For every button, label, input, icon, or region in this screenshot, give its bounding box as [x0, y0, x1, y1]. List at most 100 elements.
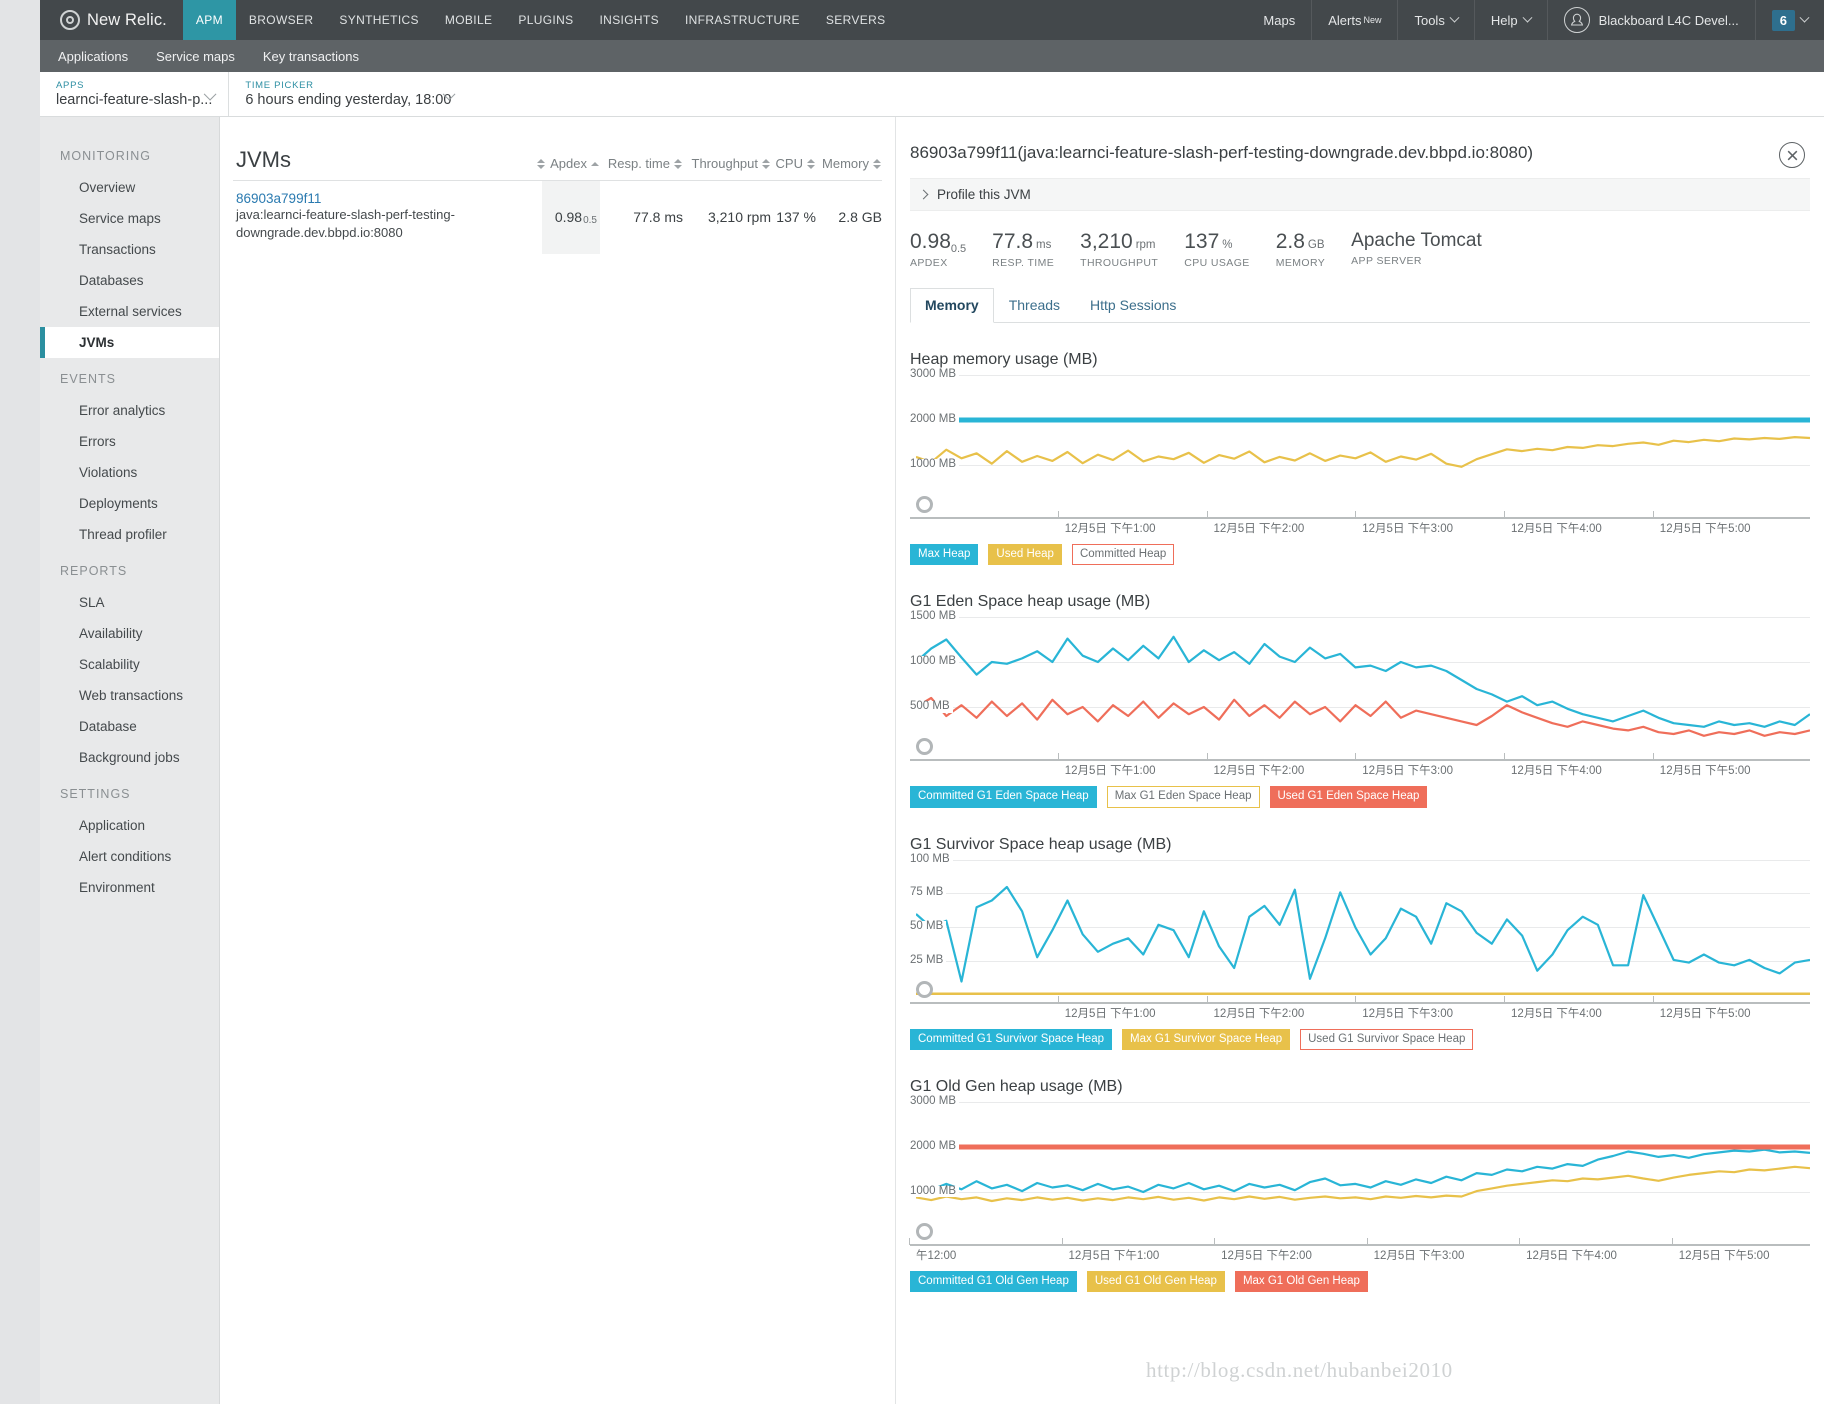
chart-legend: Max Heap Used Heap Committed Heap — [910, 544, 1810, 566]
nav-item-insights[interactable]: INSIGHTS — [587, 0, 672, 40]
tab-http-sessions[interactable]: Http Sessions — [1075, 288, 1191, 323]
legend-item-committed-g1-eden-space-heap[interactable]: Committed G1 Eden Space Heap — [910, 786, 1097, 808]
account-switcher[interactable]: 6 — [1754, 0, 1824, 40]
nav-item-mobile[interactable]: MOBILE — [432, 0, 505, 40]
sidebar-item-background-jobs[interactable]: Background jobs — [40, 742, 219, 773]
series-line-used-heap — [916, 437, 1810, 467]
table-row[interactable]: 86903a799f11 java:learnci-feature-slash-… — [233, 181, 882, 254]
nav-item-browser[interactable]: BROWSER — [236, 0, 326, 40]
nav-item-synthetics[interactable]: SYNTHETICS — [326, 0, 432, 40]
sidebar-item-environment[interactable]: Environment — [40, 872, 219, 903]
chart-title: G1 Survivor Space heap usage (MB) — [910, 835, 1172, 853]
sidebar-item-external-services[interactable]: External services — [40, 296, 219, 327]
sidebar: MONITORING Overview Service maps Transac… — [40, 117, 220, 1404]
y-axis-tick-label: 100 MB — [910, 853, 953, 866]
chart-zoom-handle[interactable] — [916, 1222, 933, 1240]
nav-item-plugins[interactable]: PLUGINS — [505, 0, 586, 40]
subnav-item-applications[interactable]: Applications — [44, 49, 142, 64]
x-axis-tick-label: 12月5日 下午1:00 — [1057, 753, 1156, 778]
apps-picker[interactable]: APPS learnci-feature-slash-p... — [40, 72, 230, 116]
x-axis-ticks: 12月5日 下午1:00 12月5日 下午2:00 12月5日 下午3:00 12月5… — [910, 753, 1810, 782]
column-header-throughput[interactable]: Throughput — [683, 156, 771, 180]
tab-memory[interactable]: Memory — [910, 288, 994, 324]
new-relic-logo[interactable]: New Relic. — [40, 0, 183, 40]
sidebar-item-database[interactable]: Database — [40, 711, 219, 742]
subnav-item-key-transactions[interactable]: Key transactions — [249, 49, 373, 64]
account-menu[interactable]: Blackboard L4C Devel... — [1546, 0, 1755, 40]
detail-title: 86903a799f11(java:learnci-feature-slash-… — [910, 143, 1534, 162]
sidebar-item-deployments[interactable]: Deployments — [40, 488, 219, 519]
profile-this-jvm-button[interactable]: Profile this JVM — [910, 178, 1810, 212]
sidebar-item-web-transactions[interactable]: Web transactions — [40, 680, 219, 711]
sidebar-item-transactions[interactable]: Transactions — [40, 234, 219, 265]
page-gutter — [0, 0, 40, 1404]
column-label-memory: Memory — [822, 156, 869, 171]
sidebar-item-application[interactable]: Application — [40, 810, 219, 841]
tab-threads[interactable]: Threads — [994, 288, 1075, 323]
column-header-resp-time[interactable]: Resp. time — [600, 156, 683, 180]
x-axis — [910, 1243, 1810, 1246]
subnav-item-service-maps[interactable]: Service maps — [142, 49, 249, 64]
time-picker[interactable]: TIME PICKER 6 hours ending yesterday, 18… — [229, 72, 467, 116]
legend-item-used-g1-survivor-space-heap[interactable]: Used G1 Survivor Space Heap — [1300, 1028, 1474, 1050]
legend-item-max-g1-old-gen-heap[interactable]: Max G1 Old Gen Heap — [1234, 1270, 1368, 1292]
sidebar-item-jvms[interactable]: JVMs — [40, 327, 219, 358]
sidebar-item-sla[interactable]: SLA — [40, 587, 219, 618]
sidebar-item-service-maps[interactable]: Service maps — [40, 203, 219, 234]
picker-bar: APPS learnci-feature-slash-p... TIME PIC… — [40, 72, 1824, 117]
sidebar-item-error-analytics[interactable]: Error analytics — [40, 395, 219, 426]
column-header-memory[interactable]: Memory — [816, 156, 882, 180]
apps-picker-value: learnci-feature-slash-p... — [56, 92, 213, 108]
nav-item-infrastructure[interactable]: INFRASTRUCTURE — [672, 0, 813, 40]
y-axis-tick-label: 1000 MB — [910, 1185, 960, 1198]
chart-zoom-handle[interactable] — [916, 738, 933, 756]
chart-zoom-handle[interactable] — [916, 980, 933, 998]
chevron-down-icon — [1799, 12, 1810, 23]
nav-item-help[interactable]: Help — [1473, 0, 1547, 40]
sort-icon — [807, 158, 816, 170]
sidebar-item-databases[interactable]: Databases — [40, 265, 219, 296]
legend-item-used-g1-eden-space-heap[interactable]: Used G1 Eden Space Heap — [1269, 786, 1428, 808]
chevron-right-icon — [918, 189, 929, 200]
top-navigation-bar: New Relic. APM BROWSER SYNTHETICS MOBILE… — [40, 0, 1824, 40]
legend-item-max-g1-survivor-space-heap[interactable]: Max G1 Survivor Space Heap — [1122, 1028, 1291, 1050]
nav-item-servers[interactable]: SERVERS — [813, 0, 899, 40]
kpi-app-server: Apache Tomcat APP SERVER — [1351, 230, 1482, 269]
chart-plot-area: 100 MB 75 MB 50 MB 25 MB — [910, 853, 1810, 1004]
sort-icon — [537, 158, 546, 170]
nav-item-alerts[interactable]: Alerts New — [1311, 0, 1397, 40]
sidebar-item-overview[interactable]: Overview — [40, 172, 219, 203]
kpi-resp-time-value-wrap: 77.8 ms — [992, 230, 1054, 254]
legend-item-max-heap[interactable]: Max Heap — [910, 544, 979, 566]
nav-item-maps[interactable]: Maps — [1247, 0, 1311, 40]
new-relic-mark-icon — [60, 10, 80, 30]
close-icon[interactable] — [1779, 142, 1805, 168]
sidebar-item-scalability[interactable]: Scalability — [40, 649, 219, 680]
column-header-apdex[interactable]: Apdex — [537, 156, 600, 180]
chart-plot-area: 3000 MB 2000 MB 1000 MB — [910, 1095, 1810, 1246]
sort-icon — [674, 158, 683, 170]
kpi-summary: 0.980.5 APDEX 77.8 ms RESP. TIME 3,210 rpm… — [896, 211, 1824, 269]
apps-picker-label: APPS — [56, 80, 85, 91]
y-axis-tick-label: 1500 MB — [910, 611, 960, 623]
legend-item-committed-heap[interactable]: Committed Heap — [1071, 544, 1175, 566]
x-axis-tick-label: 12月5日 下午2:00 — [1206, 995, 1304, 1021]
column-label-throughput: Throughput — [691, 156, 759, 171]
y-axis-tick-label: 2000 MB — [910, 1140, 960, 1153]
column-header-cpu[interactable]: CPU — [771, 156, 816, 180]
sidebar-item-violations[interactable]: Violations — [40, 457, 219, 488]
legend-item-committed-g1-old-gen-heap[interactable]: Committed G1 Old Gen Heap — [910, 1270, 1077, 1292]
sidebar-item-alert-conditions[interactable]: Alert conditions — [40, 841, 219, 872]
chart-zoom-handle[interactable] — [916, 496, 933, 514]
jvm-link[interactable]: 86903a799f11 — [236, 191, 536, 206]
jvm-list-panel: JVMs Apdex Resp. time Throughput CPU Mem… — [221, 117, 894, 1404]
sidebar-item-availability[interactable]: Availability — [40, 618, 219, 649]
sidebar-item-thread-profiler[interactable]: Thread profiler — [40, 519, 219, 550]
legend-item-used-g1-old-gen-heap[interactable]: Used G1 Old Gen Heap — [1086, 1270, 1225, 1292]
nav-item-tools[interactable]: Tools — [1397, 0, 1473, 40]
legend-item-committed-g1-survivor-space-heap[interactable]: Committed G1 Survivor Space Heap — [910, 1028, 1112, 1050]
legend-item-used-heap[interactable]: Used Heap — [988, 544, 1062, 566]
nav-item-apm[interactable]: APM — [182, 0, 236, 40]
legend-item-max-g1-eden-space-heap[interactable]: Max G1 Eden Space Heap — [1106, 786, 1260, 808]
sidebar-item-errors[interactable]: Errors — [40, 426, 219, 457]
